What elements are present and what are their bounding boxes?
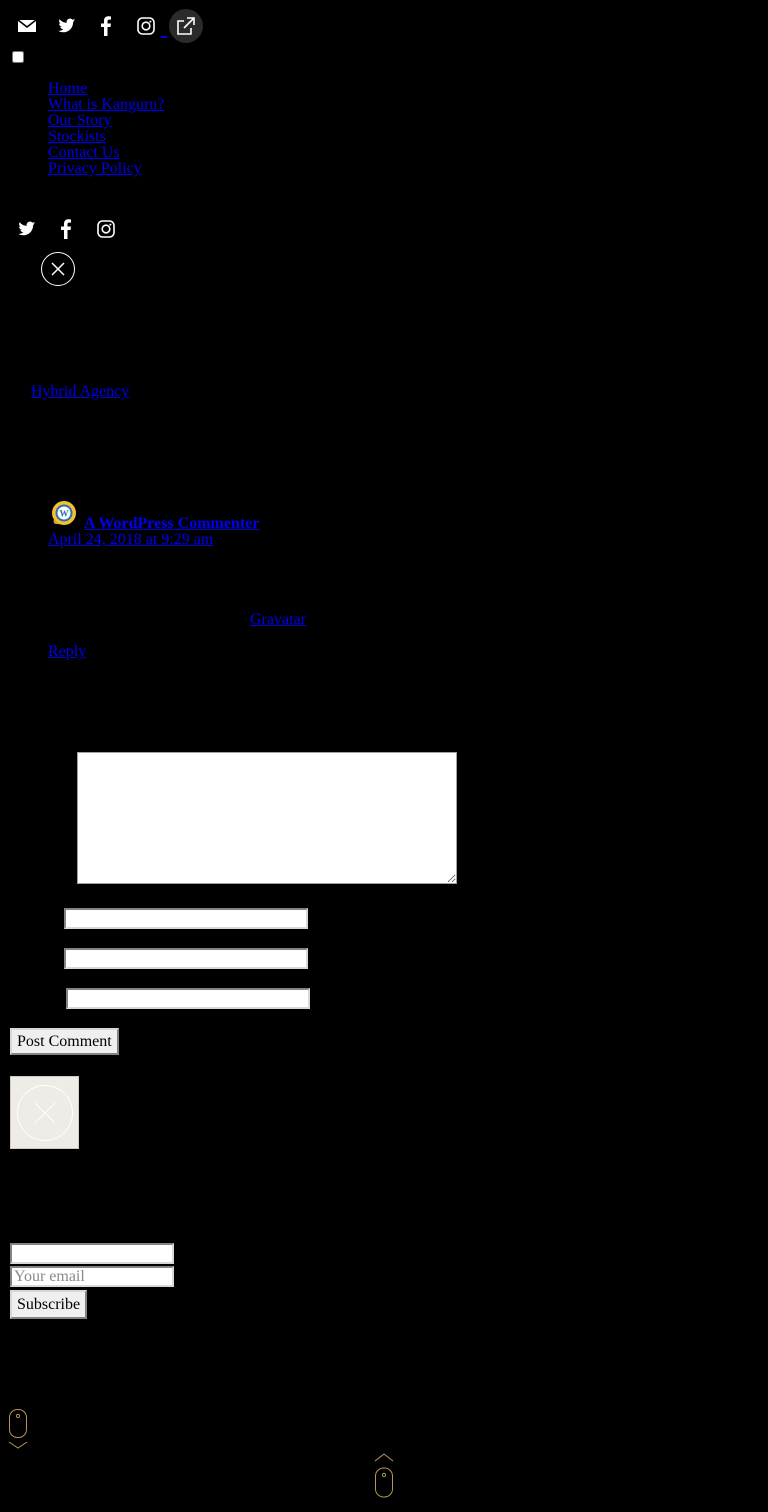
nav-link-contact-us[interactable]: Contact Us <box>48 144 120 161</box>
scroll-up-indicator[interactable] <box>373 1452 395 1505</box>
post-comment-button[interactable]: Post Comment <box>10 1028 119 1055</box>
website-field[interactable] <box>66 988 310 1009</box>
subscribe-name-field[interactable] <box>10 1243 174 1264</box>
facebook-icon[interactable] <box>49 212 83 246</box>
name-field[interactable] <box>64 908 308 929</box>
reply-link[interactable]: Reply <box>48 644 86 660</box>
nav-item: What is Kanguru? <box>48 97 164 113</box>
close-menu-button[interactable] <box>41 252 75 286</box>
mouse-scroll-down-icon <box>8 1409 28 1449</box>
instagram-icon[interactable] <box>89 212 123 246</box>
scroll-down-indicator[interactable] <box>8 1408 28 1455</box>
instagram-icon[interactable] <box>129 9 163 43</box>
comment-textarea[interactable] <box>77 752 457 884</box>
nav-link-privacy-policy[interactable]: Privacy Policy <box>48 160 142 177</box>
email-icon[interactable] <box>10 9 44 43</box>
gravatar-link[interactable]: Gravatar <box>250 612 306 628</box>
twitter-icon[interactable] <box>10 212 44 246</box>
nav-link-our-story[interactable]: Our Story <box>48 112 112 129</box>
external-link-icon[interactable] <box>169 9 203 43</box>
tiny-link[interactable] <box>161 36 167 38</box>
menu-toggle-checkbox[interactable] <box>12 51 24 63</box>
nav-link-stockists[interactable]: Stockists <box>48 128 106 145</box>
avatar: W <box>50 499 78 527</box>
nav-item: Home <box>48 81 164 97</box>
twitter-icon[interactable] <box>50 9 84 43</box>
close-icon <box>51 262 65 276</box>
email-field[interactable] <box>64 948 308 969</box>
credit-link[interactable]: Hybrid Agency <box>31 384 129 400</box>
close-popup-button[interactable] <box>10 1076 79 1149</box>
nav-item: Our Story <box>48 113 164 129</box>
subscribe-email-field[interactable] <box>10 1266 174 1287</box>
nav-link-what-is-kanguru[interactable]: What is Kanguru? <box>48 96 164 113</box>
nav-link-home[interactable]: Home <box>48 80 87 97</box>
nav-item: Stockists <box>48 129 164 145</box>
nav-item: Privacy Policy <box>48 161 164 177</box>
svg-text:W: W <box>60 509 69 519</box>
mouse-scroll-up-icon <box>374 1453 394 1498</box>
close-icon <box>16 1084 73 1141</box>
nav-item: Contact Us <box>48 145 164 161</box>
subscribe-button[interactable]: Subscribe <box>10 1290 88 1319</box>
main-navigation: Home What is Kanguru? Our Story Stockist… <box>48 81 164 177</box>
comment-date-link[interactable]: April 24, 2018 at 9:29 am <box>48 532 213 548</box>
comment-author-link[interactable]: A WordPress Commenter <box>84 516 259 532</box>
facebook-icon[interactable] <box>89 9 123 43</box>
